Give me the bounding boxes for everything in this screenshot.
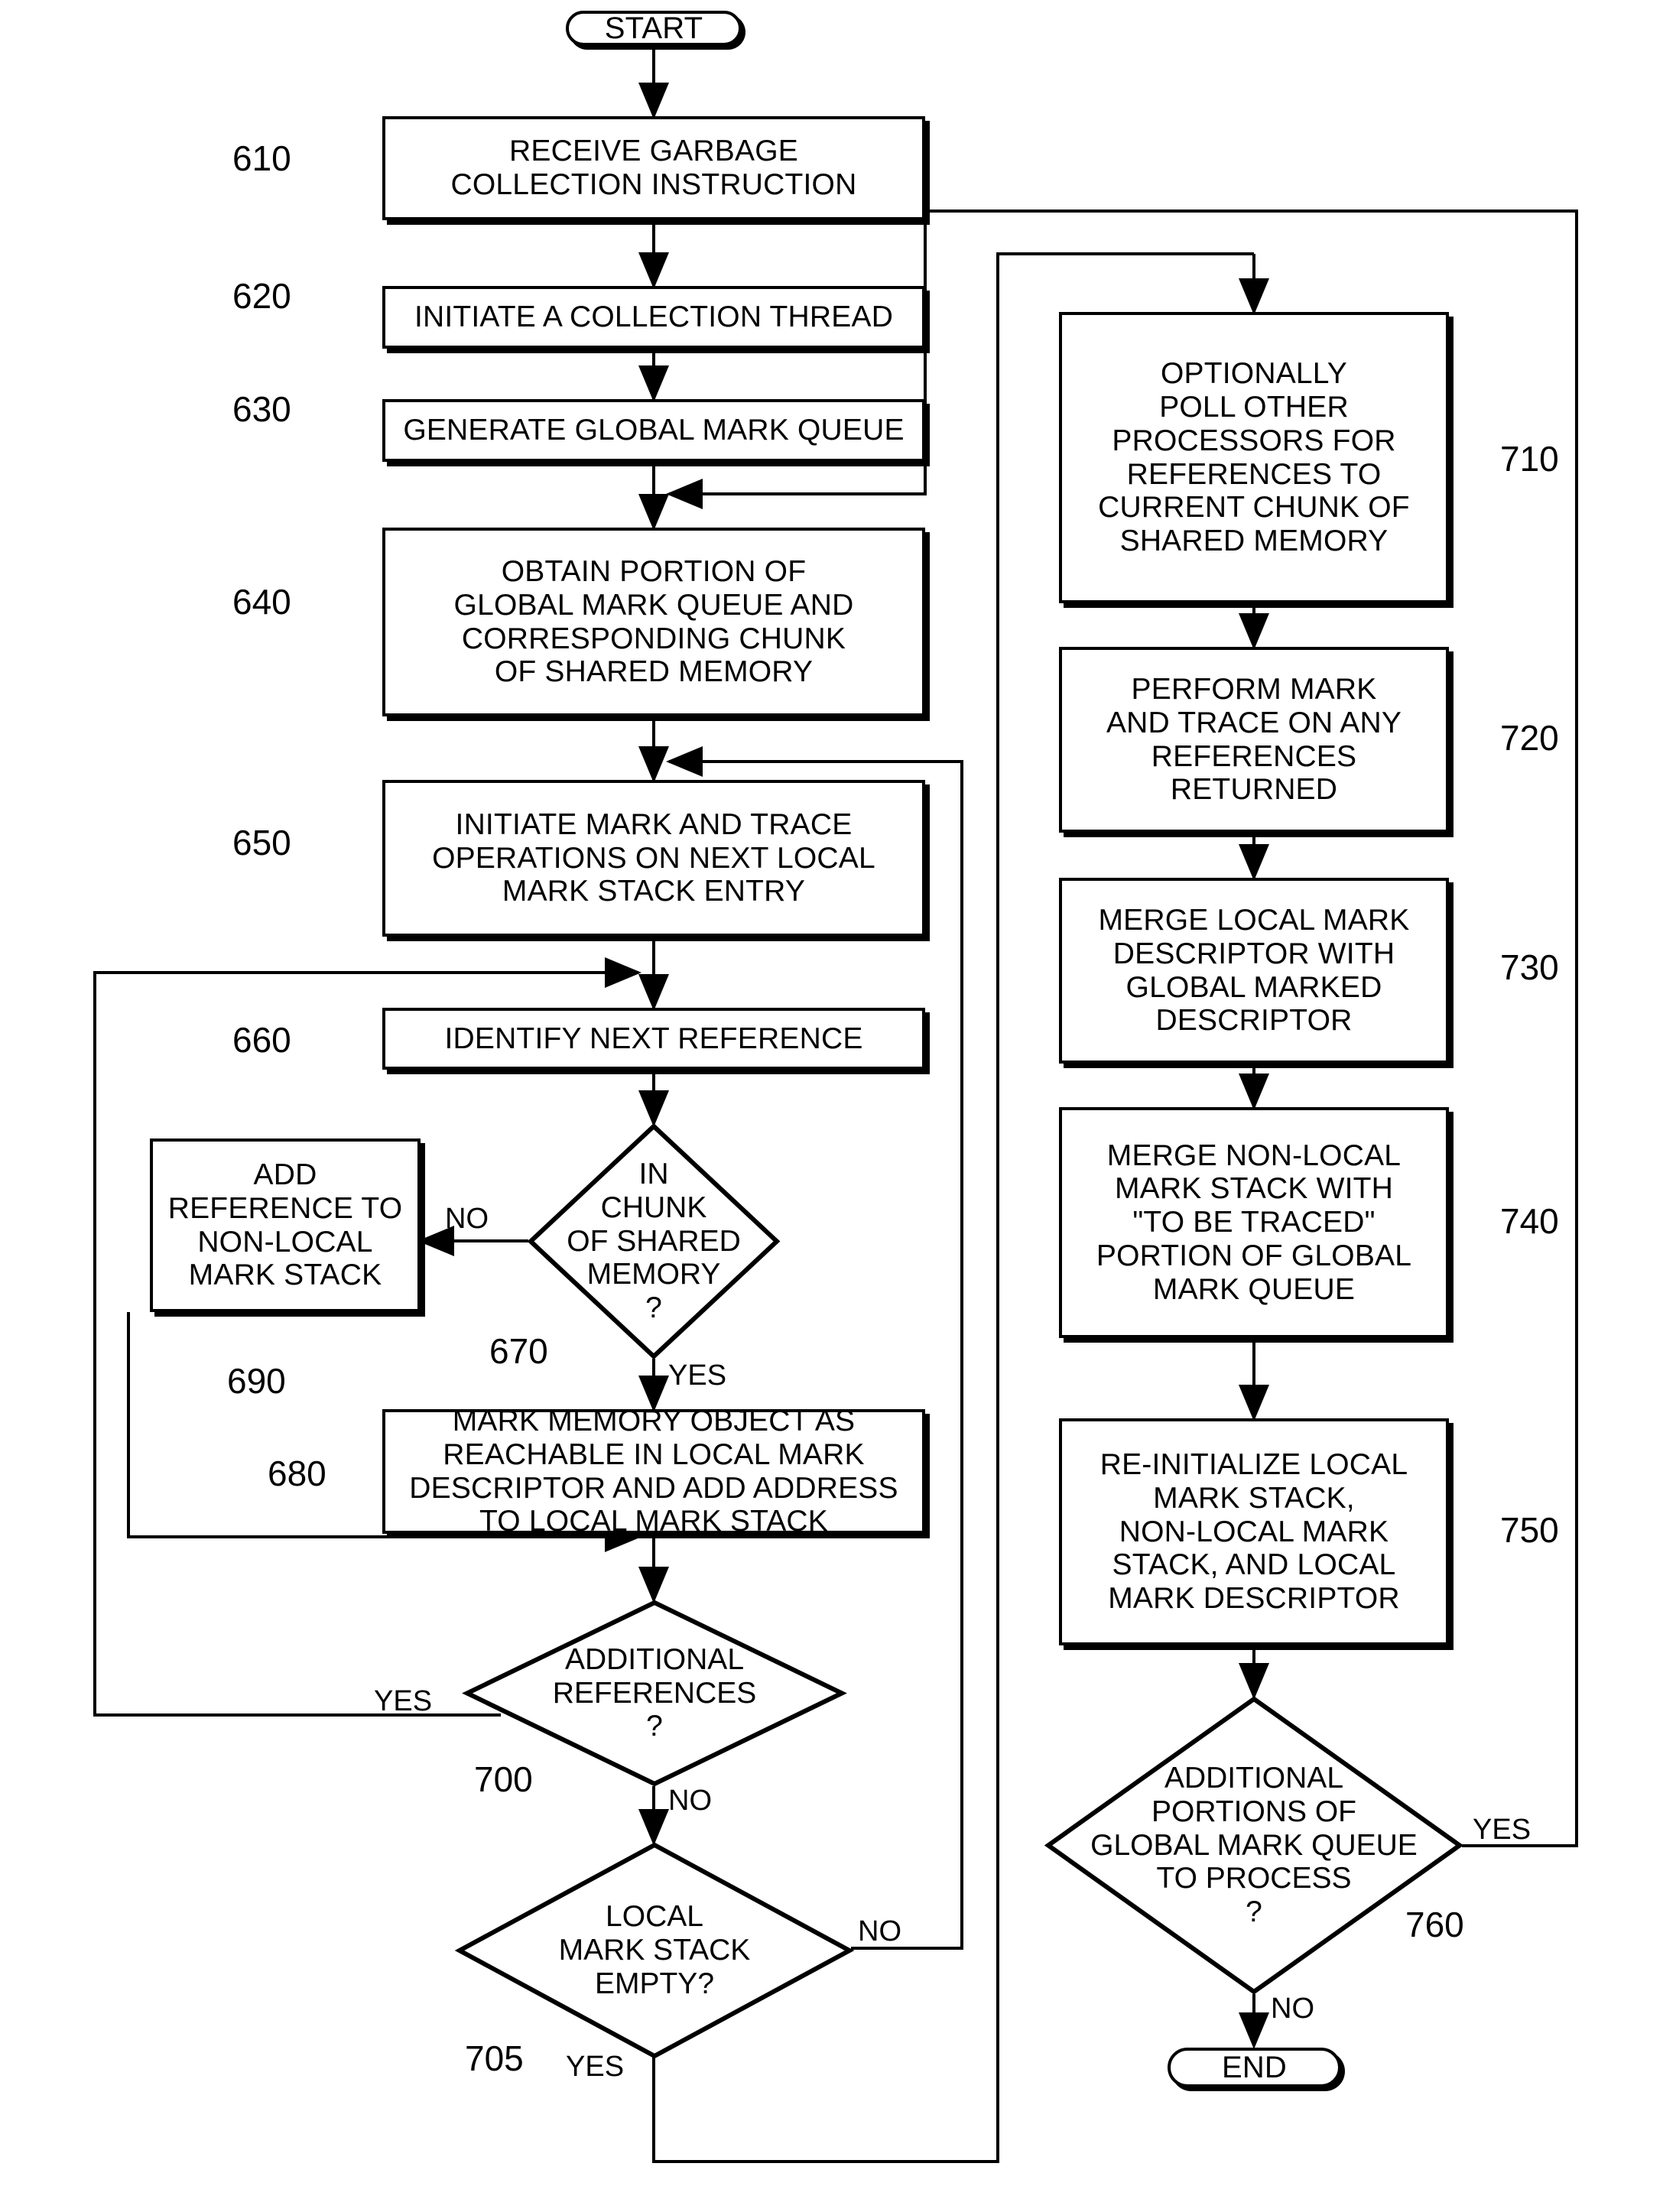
process-720-label: PERFORM MARK AND TRACE ON ANY REFERENCES… bbox=[1106, 673, 1402, 807]
process-610-label: RECEIVE GARBAGE COLLECTION INSTRUCTION bbox=[450, 135, 857, 201]
ref-710: 710 bbox=[1500, 439, 1559, 479]
process-710: OPTIONALLY POLL OTHER PROCESSORS FOR REF… bbox=[1059, 312, 1449, 603]
process-750: RE-INITIALIZE LOCAL MARK STACK, NON-LOCA… bbox=[1059, 1418, 1449, 1645]
terminal-start-label: START bbox=[604, 11, 703, 45]
ref-750: 750 bbox=[1500, 1510, 1559, 1550]
process-740: MERGE NON-LOCAL MARK STACK WITH "TO BE T… bbox=[1059, 1107, 1449, 1338]
ref-610: 610 bbox=[232, 138, 291, 178]
flowchart-canvas: START END RECEIVE GARBAGE COLLECTION INS… bbox=[0, 0, 1676, 2212]
ref-670: 670 bbox=[489, 1331, 548, 1371]
process-730: MERGE LOCAL MARK DESCRIPTOR WITH GLOBAL … bbox=[1059, 878, 1449, 1064]
edge-label-760-yes: YES bbox=[1473, 1814, 1531, 1846]
process-710-label: OPTIONALLY POLL OTHER PROCESSORS FOR REF… bbox=[1098, 357, 1410, 557]
process-620-label: INITIATE A COLLECTION THREAD bbox=[414, 300, 894, 334]
process-730-label: MERGE LOCAL MARK DESCRIPTOR WITH GLOBAL … bbox=[1098, 904, 1410, 1038]
process-740-label: MERGE NON-LOCAL MARK STACK WITH "TO BE T… bbox=[1096, 1138, 1412, 1306]
edge-label-670-no: NO bbox=[445, 1203, 489, 1235]
process-640-label: OBTAIN PORTION OF GLOBAL MARK QUEUE AND … bbox=[453, 555, 854, 689]
terminal-end-label: END bbox=[1221, 2050, 1288, 2084]
ref-690: 690 bbox=[227, 1361, 286, 1401]
process-630: GENERATE GLOBAL MARK QUEUE bbox=[382, 399, 925, 462]
process-640: OBTAIN PORTION OF GLOBAL MARK QUEUE AND … bbox=[382, 528, 925, 716]
decision-670: IN CHUNK OF SHARED MEMORY ? bbox=[527, 1122, 781, 1360]
process-650: INITIATE MARK AND TRACE OPERATIONS ON NE… bbox=[382, 780, 925, 937]
ref-740: 740 bbox=[1500, 1201, 1559, 1241]
edge-label-670-yes: YES bbox=[668, 1359, 727, 1392]
process-750-label: RE-INITIALIZE LOCAL MARK STACK, NON-LOCA… bbox=[1099, 1448, 1408, 1615]
decision-700-label: ADDITIONAL REFERENCES ? bbox=[552, 1642, 757, 1743]
process-660: IDENTIFY NEXT REFERENCE bbox=[382, 1008, 925, 1070]
edge-label-700-no: NO bbox=[668, 1785, 712, 1817]
ref-730: 730 bbox=[1500, 947, 1559, 987]
ref-650: 650 bbox=[232, 823, 291, 862]
decision-760: ADDITIONAL PORTIONS OF GLOBAL MARK QUEUE… bbox=[1044, 1696, 1464, 1995]
ref-720: 720 bbox=[1500, 718, 1559, 758]
ref-640: 640 bbox=[232, 582, 291, 622]
edge-label-760-no: NO bbox=[1271, 1993, 1314, 2025]
ref-705: 705 bbox=[465, 2038, 524, 2078]
process-610: RECEIVE GARBAGE COLLECTION INSTRUCTION bbox=[382, 116, 925, 220]
edge-label-705-yes: YES bbox=[566, 2051, 625, 2083]
process-650-label: INITIATE MARK AND TRACE OPERATIONS ON NE… bbox=[432, 807, 875, 908]
decision-670-label: IN CHUNK OF SHARED MEMORY ? bbox=[567, 1158, 741, 1324]
process-680: MARK MEMORY OBJECT AS REACHABLE IN LOCAL… bbox=[382, 1405, 925, 1538]
terminal-start: START bbox=[566, 11, 742, 46]
edge-label-705-no: NO bbox=[858, 1915, 901, 1947]
decision-705: LOCAL MARK STACK EMPTY? bbox=[454, 1842, 855, 2059]
ref-630: 630 bbox=[232, 389, 291, 429]
ref-680: 680 bbox=[268, 1454, 326, 1493]
process-660-label: IDENTIFY NEXT REFERENCE bbox=[444, 1022, 863, 1055]
decision-760-label: ADDITIONAL PORTIONS OF GLOBAL MARK QUEUE… bbox=[1090, 1762, 1418, 1928]
process-630-label: GENERATE GLOBAL MARK QUEUE bbox=[403, 414, 905, 447]
edge-label-700-yes: YES bbox=[374, 1685, 433, 1717]
process-680-label: MARK MEMORY OBJECT AS REACHABLE IN LOCAL… bbox=[409, 1405, 898, 1538]
process-720: PERFORM MARK AND TRACE ON ANY REFERENCES… bbox=[1059, 647, 1449, 833]
process-690: ADD REFERENCE TO NON-LOCAL MARK STACK bbox=[150, 1138, 421, 1312]
decision-705-label: LOCAL MARK STACK EMPTY? bbox=[558, 1900, 751, 2000]
terminal-end: END bbox=[1168, 2048, 1341, 2087]
ref-660: 660 bbox=[232, 1020, 291, 1060]
ref-620: 620 bbox=[232, 276, 291, 316]
process-620: INITIATE A COLLECTION THREAD bbox=[382, 286, 925, 349]
ref-700: 700 bbox=[474, 1759, 533, 1799]
process-690-label: ADD REFERENCE TO NON-LOCAL MARK STACK bbox=[167, 1158, 403, 1292]
